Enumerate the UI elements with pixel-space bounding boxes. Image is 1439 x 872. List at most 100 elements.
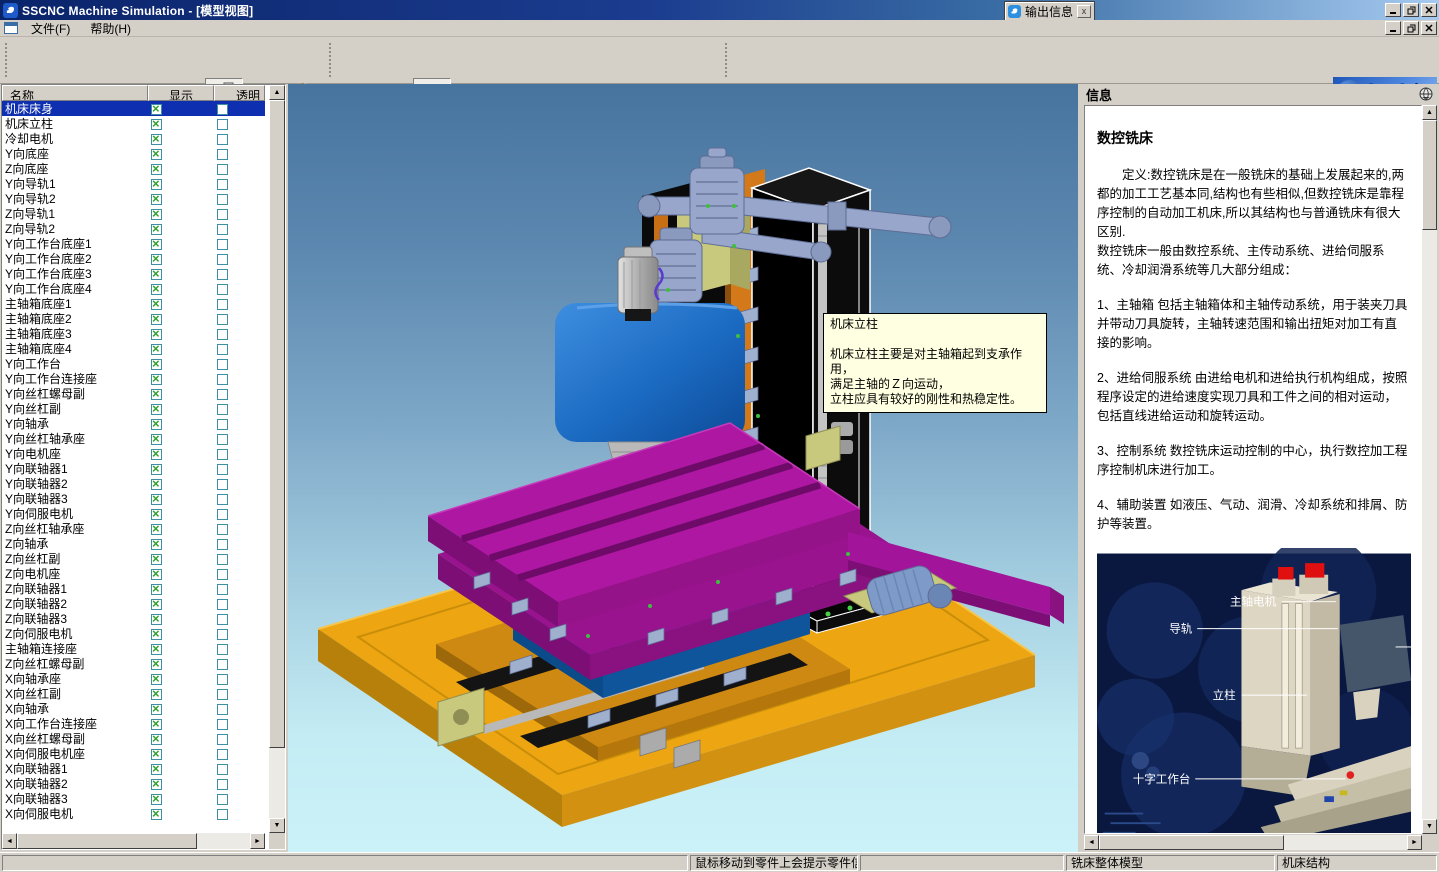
child-restore-button[interactable] bbox=[1403, 21, 1419, 35]
show-checkbox[interactable] bbox=[151, 554, 162, 565]
column-header-transparent[interactable]: 透明 bbox=[214, 85, 265, 101]
show-checkbox[interactable] bbox=[151, 299, 162, 310]
scrollbar-thumb[interactable] bbox=[1099, 835, 1284, 850]
scroll-left-icon[interactable]: ◄ bbox=[2, 833, 17, 849]
show-checkbox[interactable] bbox=[151, 209, 162, 220]
show-checkbox[interactable] bbox=[151, 239, 162, 250]
scroll-down-icon[interactable]: ▼ bbox=[1422, 819, 1437, 834]
parts-list[interactable]: 机床床身机床立柱冷却电机Y向底座Z向底座Y向导轨1Y向导轨2Z向导轨1Z向导轨2… bbox=[2, 101, 265, 835]
transparent-checkbox[interactable] bbox=[217, 689, 228, 700]
show-checkbox[interactable] bbox=[151, 224, 162, 235]
show-checkbox[interactable] bbox=[151, 404, 162, 415]
close-button[interactable] bbox=[1421, 3, 1437, 17]
part-row[interactable]: X向联轴器3 bbox=[2, 791, 265, 806]
transparent-checkbox[interactable] bbox=[217, 104, 228, 115]
show-checkbox[interactable] bbox=[151, 749, 162, 760]
transparent-checkbox[interactable] bbox=[217, 239, 228, 250]
output-info-window[interactable]: 输出信息 x bbox=[1004, 1, 1095, 21]
part-row[interactable]: Y向工作台连接座 bbox=[2, 371, 265, 386]
transparent-checkbox[interactable] bbox=[217, 509, 228, 520]
part-row[interactable]: Y向联轴器3 bbox=[2, 491, 265, 506]
part-row[interactable]: 机床床身 bbox=[2, 101, 265, 116]
show-checkbox[interactable] bbox=[151, 599, 162, 610]
transparent-checkbox[interactable] bbox=[217, 674, 228, 685]
part-row[interactable]: Y向底座 bbox=[2, 146, 265, 161]
part-row[interactable]: Y向导轨1 bbox=[2, 176, 265, 191]
transparent-checkbox[interactable] bbox=[217, 704, 228, 715]
show-checkbox[interactable] bbox=[151, 524, 162, 535]
transparent-checkbox[interactable] bbox=[217, 749, 228, 760]
parts-vertical-scrollbar[interactable]: ▲ ▼ bbox=[269, 85, 285, 833]
globe-icon[interactable] bbox=[1419, 87, 1433, 101]
show-checkbox[interactable] bbox=[151, 359, 162, 370]
transparent-checkbox[interactable] bbox=[217, 644, 228, 655]
part-row[interactable]: Z向丝杠副 bbox=[2, 551, 265, 566]
transparent-checkbox[interactable] bbox=[217, 659, 228, 670]
output-info-close-button[interactable]: x bbox=[1077, 5, 1091, 18]
show-checkbox[interactable] bbox=[151, 329, 162, 340]
show-checkbox[interactable] bbox=[151, 254, 162, 265]
show-checkbox[interactable] bbox=[151, 284, 162, 295]
transparent-checkbox[interactable] bbox=[217, 194, 228, 205]
parts-horizontal-scrollbar[interactable]: ◄ ► bbox=[2, 833, 265, 849]
menu-help[interactable]: 帮助(H) bbox=[83, 19, 138, 38]
info-vertical-scrollbar[interactable]: ▲ ▼ bbox=[1422, 105, 1437, 834]
part-row[interactable]: Z向底座 bbox=[2, 161, 265, 176]
part-row[interactable]: Y向轴承 bbox=[2, 416, 265, 431]
transparent-checkbox[interactable] bbox=[217, 449, 228, 460]
scrollbar-thumb[interactable] bbox=[17, 833, 197, 849]
child-close-button[interactable] bbox=[1421, 21, 1437, 35]
transparent-checkbox[interactable] bbox=[217, 359, 228, 370]
scroll-left-icon[interactable]: ◄ bbox=[1084, 835, 1099, 850]
part-row[interactable]: Z向轴承 bbox=[2, 536, 265, 551]
show-checkbox[interactable] bbox=[151, 374, 162, 385]
part-row[interactable]: Y向工作台底座3 bbox=[2, 266, 265, 281]
show-checkbox[interactable] bbox=[151, 419, 162, 430]
part-row[interactable]: X向轴承 bbox=[2, 701, 265, 716]
transparent-checkbox[interactable] bbox=[217, 734, 228, 745]
part-row[interactable]: 主轴箱底座4 bbox=[2, 341, 265, 356]
show-checkbox[interactable] bbox=[151, 719, 162, 730]
show-checkbox[interactable] bbox=[151, 689, 162, 700]
part-row[interactable]: X向工作台连接座 bbox=[2, 716, 265, 731]
menu-file[interactable]: 文件(F) bbox=[24, 19, 77, 38]
toolbar-grip[interactable] bbox=[328, 42, 332, 79]
show-checkbox[interactable] bbox=[151, 344, 162, 355]
column-header-name[interactable]: 名称 bbox=[2, 85, 148, 101]
transparent-checkbox[interactable] bbox=[217, 209, 228, 220]
transparent-checkbox[interactable] bbox=[217, 134, 228, 145]
part-row[interactable]: 机床立柱 bbox=[2, 116, 265, 131]
restore-button[interactable] bbox=[1403, 3, 1419, 17]
part-row[interactable]: 主轴箱底座3 bbox=[2, 326, 265, 341]
transparent-checkbox[interactable] bbox=[217, 119, 228, 130]
model-viewport[interactable]: 机床立柱 机床立柱主要是对主轴箱起到支承作用， 满足主轴的Ｚ向运动， 立柱应具有… bbox=[288, 84, 1078, 852]
transparent-checkbox[interactable] bbox=[217, 284, 228, 295]
show-checkbox[interactable] bbox=[151, 119, 162, 130]
show-checkbox[interactable] bbox=[151, 734, 162, 745]
transparent-checkbox[interactable] bbox=[217, 629, 228, 640]
part-row[interactable]: 主轴箱底座1 bbox=[2, 296, 265, 311]
part-row[interactable]: Z向联轴器2 bbox=[2, 596, 265, 611]
part-row[interactable]: 主轴箱连接座 bbox=[2, 641, 265, 656]
show-checkbox[interactable] bbox=[151, 779, 162, 790]
part-row[interactable]: X向伺服电机座 bbox=[2, 746, 265, 761]
transparent-checkbox[interactable] bbox=[217, 554, 228, 565]
toolbar-grip[interactable] bbox=[724, 42, 728, 79]
transparent-checkbox[interactable] bbox=[217, 539, 228, 550]
part-row[interactable]: Y向工作台底座2 bbox=[2, 251, 265, 266]
show-checkbox[interactable] bbox=[151, 389, 162, 400]
transparent-checkbox[interactable] bbox=[217, 314, 228, 325]
transparent-checkbox[interactable] bbox=[217, 434, 228, 445]
transparent-checkbox[interactable] bbox=[217, 224, 228, 235]
scroll-up-icon[interactable]: ▲ bbox=[269, 85, 285, 100]
transparent-checkbox[interactable] bbox=[217, 149, 228, 160]
part-row[interactable]: Y向联轴器2 bbox=[2, 476, 265, 491]
part-row[interactable]: X向伺服电机 bbox=[2, 806, 265, 821]
part-row[interactable]: 主轴箱底座2 bbox=[2, 311, 265, 326]
part-row[interactable]: Z向伺服电机 bbox=[2, 626, 265, 641]
show-checkbox[interactable] bbox=[151, 479, 162, 490]
part-row[interactable]: Z向联轴器3 bbox=[2, 611, 265, 626]
part-row[interactable]: X向轴承座 bbox=[2, 671, 265, 686]
show-checkbox[interactable] bbox=[151, 644, 162, 655]
part-row[interactable]: Z向丝杠螺母副 bbox=[2, 656, 265, 671]
